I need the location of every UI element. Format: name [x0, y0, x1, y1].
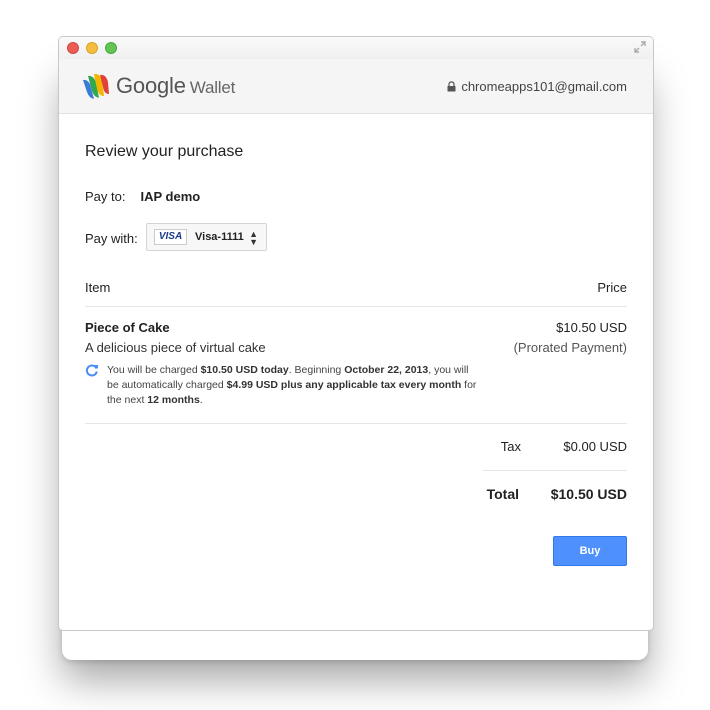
tax-value: $0.00 USD — [563, 439, 627, 454]
page-title: Review your purchase — [85, 143, 244, 160]
google-wallet-logo-icon — [83, 73, 109, 99]
account-email-text: chromeapps101@gmail.com — [461, 79, 627, 94]
refresh-icon — [85, 364, 98, 377]
tax-label: Tax — [500, 439, 521, 454]
pay-with-label: Pay with: — [85, 231, 138, 246]
lock-icon — [447, 81, 456, 92]
divider — [85, 423, 627, 424]
select-arrows-icon: ▲ ▼ — [249, 229, 258, 247]
product-name: Wallet — [189, 78, 236, 97]
pay-to-row: Pay to: IAP demo — [85, 189, 200, 204]
pay-to-label: Pay to: — [85, 189, 126, 204]
zoom-window-button[interactable] — [105, 42, 117, 54]
app-window: Google Wallet chromeapps101@gmail.com Rev… — [58, 36, 654, 631]
payment-method-value: Visa-1111 — [195, 231, 244, 243]
total-value: $10.50 USD — [550, 486, 627, 502]
title-bar[interactable] — [59, 37, 653, 59]
brand-name: Google Wallet — [116, 73, 236, 98]
pay-to-value: IAP demo — [140, 189, 201, 204]
payment-method-select[interactable]: VISA Visa-1111 ▲ ▼ — [146, 223, 267, 251]
buy-button[interactable]: Buy — [553, 536, 627, 566]
item-name: Piece of Cake — [85, 320, 170, 335]
item-description: A delicious piece of virtual cake — [85, 340, 266, 355]
total-label: Total — [486, 486, 519, 502]
item-price: $10.50 USD — [556, 320, 627, 335]
subscription-note-text: You will be charged $10.50 USD today. Be… — [107, 364, 477, 406]
item-price-note: (Prorated Payment) — [513, 340, 627, 355]
wallet-header: Google Wallet chromeapps101@gmail.com — [59, 59, 653, 114]
account-email: chromeapps101@gmail.com — [447, 79, 627, 94]
close-window-button[interactable] — [67, 42, 79, 54]
visa-card-icon: VISA — [154, 229, 187, 245]
divider — [483, 470, 627, 471]
minimize-window-button[interactable] — [86, 42, 98, 54]
column-header-price: Price — [597, 280, 627, 295]
divider — [85, 306, 627, 307]
column-header-item: Item — [85, 280, 111, 295]
fullscreen-icon[interactable] — [633, 40, 647, 54]
